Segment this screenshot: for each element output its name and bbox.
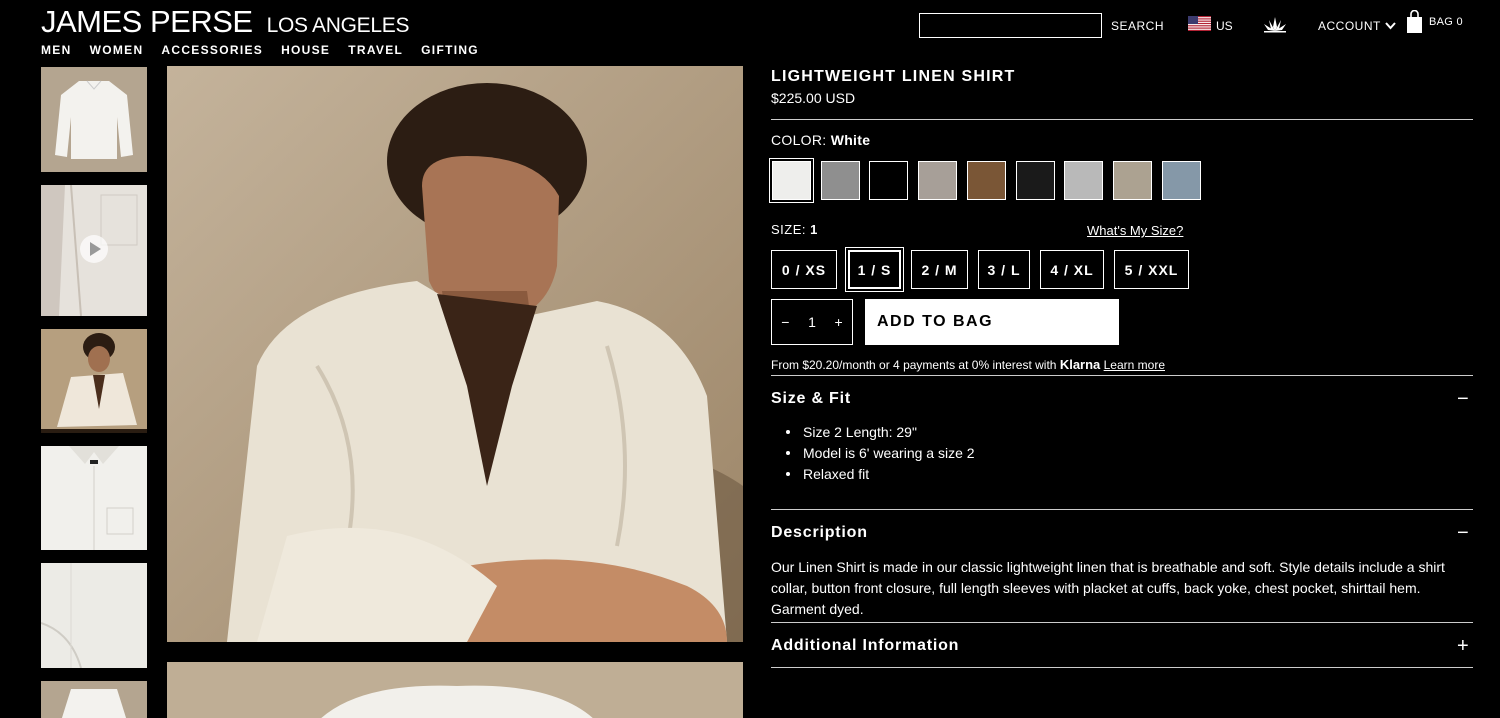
size-fit-list: Size 2 Length: 29" Model is 6' wearing a…: [786, 424, 975, 487]
expand-icon[interactable]: +: [1457, 636, 1469, 656]
size-button-2-m[interactable]: 2 / M: [911, 250, 968, 289]
size-button-0-xs[interactable]: 0 / XS: [771, 250, 837, 289]
thumbnail-4[interactable]: [41, 446, 147, 550]
thumbnail-2-video[interactable]: [41, 185, 147, 316]
divider: [771, 667, 1473, 668]
account-label: ACCOUNT: [1318, 19, 1381, 33]
swatch-khaki[interactable]: [1113, 161, 1152, 200]
thumbnail-6[interactable]: [41, 681, 147, 718]
quantity-value: 1: [808, 314, 816, 330]
brand-logo[interactable]: JAMES PERSE LOS ANGELES: [41, 4, 409, 40]
swatch-charcoal[interactable]: [1016, 161, 1055, 200]
add-to-bag-button[interactable]: ADD TO BAG: [865, 299, 1119, 345]
brand-subtitle: LOS ANGELES: [266, 14, 410, 37]
region-label[interactable]: US: [1216, 19, 1233, 33]
swatch-taupe[interactable]: [918, 161, 957, 200]
swatch-blue[interactable]: [1162, 161, 1201, 200]
list-item: Model is 6' wearing a size 2: [786, 445, 975, 466]
lotus-icon[interactable]: [1262, 15, 1288, 33]
additional-info-header[interactable]: Additional Information: [771, 637, 959, 655]
product-page: JAMES PERSE LOS ANGELES MEN WOMEN ACCESS…: [0, 0, 1500, 718]
nav-accessories[interactable]: ACCESSORIES: [161, 43, 263, 57]
nav-gifting[interactable]: GIFTING: [421, 43, 479, 57]
list-item: Relaxed fit: [786, 466, 975, 487]
collapse-icon[interactable]: −: [1457, 523, 1469, 543]
description-text: Our Linen Shirt is made in our classic l…: [771, 559, 1445, 617]
size-button-3-l[interactable]: 3 / L: [978, 250, 1030, 289]
size-label: SIZE: 1: [771, 222, 818, 237]
size-fit-header[interactable]: Size & Fit: [771, 390, 851, 408]
us-flag-icon[interactable]: [1188, 16, 1211, 31]
swatch-white[interactable]: [769, 158, 814, 203]
thumbnail-1[interactable]: [41, 67, 147, 172]
swatch-light-gray[interactable]: [1064, 161, 1103, 200]
nav-travel[interactable]: TRAVEL: [348, 43, 403, 57]
shopping-bag-icon[interactable]: [1406, 10, 1423, 34]
divider: [771, 509, 1473, 510]
divider: [771, 622, 1473, 623]
account-menu[interactable]: ACCOUNT: [1318, 19, 1396, 33]
nav-house[interactable]: HOUSE: [281, 43, 330, 57]
size-value: 1: [810, 222, 818, 237]
size-prefix: SIZE:: [771, 222, 807, 237]
main-nav: MEN WOMEN ACCESSORIES HOUSE TRAVEL GIFTI…: [41, 43, 479, 57]
klarna-logo: Klarna: [1059, 357, 1101, 372]
size-button-1-s[interactable]: 1 / S: [848, 250, 901, 289]
divider: [771, 375, 1473, 376]
color-prefix: COLOR:: [771, 132, 827, 148]
size-button-4-xl[interactable]: 4 / XL: [1040, 250, 1104, 289]
search-button[interactable]: SEARCH: [1111, 19, 1164, 33]
search-input[interactable]: [919, 13, 1102, 38]
collapse-icon[interactable]: −: [1457, 389, 1469, 409]
color-value: White: [830, 132, 871, 148]
main-product-image[interactable]: [167, 66, 743, 642]
whats-my-size-link[interactable]: What's My Size?: [1087, 223, 1183, 238]
swatch-gray[interactable]: [821, 161, 860, 200]
thumbnail-5[interactable]: [41, 563, 147, 668]
nav-women[interactable]: WOMEN: [90, 43, 144, 57]
klarna-learn-more-link[interactable]: Learn more: [1104, 358, 1165, 372]
thumbnail-3[interactable]: [41, 329, 147, 433]
klarna-financing: From $20.20/month or 4 payments at 0% in…: [771, 357, 1165, 372]
quantity-stepper: − 1 +: [771, 299, 853, 345]
product-title: LIGHTWEIGHT LINEN SHIRT: [771, 68, 1016, 85]
chevron-down-icon: [1385, 22, 1396, 30]
nav-men[interactable]: MEN: [41, 43, 72, 57]
description-header[interactable]: Description: [771, 524, 868, 542]
secondary-product-image[interactable]: [167, 662, 743, 718]
minus-icon[interactable]: −: [781, 314, 789, 330]
divider: [771, 119, 1473, 120]
plus-icon[interactable]: +: [835, 314, 843, 330]
klarna-text: From $20.20/month or 4 payments at 0% in…: [771, 358, 1057, 372]
product-price: $225.00 USD: [771, 90, 856, 106]
brand-name: JAMES PERSE: [41, 4, 253, 39]
swatch-black[interactable]: [869, 161, 908, 200]
swatch-brown[interactable]: [967, 161, 1006, 200]
size-button-5-xxl[interactable]: 5 / XXL: [1114, 250, 1189, 289]
color-label: COLOR: White: [771, 132, 870, 148]
list-item: Size 2 Length: 29": [786, 424, 975, 445]
bag-count[interactable]: BAG 0: [1429, 16, 1463, 28]
